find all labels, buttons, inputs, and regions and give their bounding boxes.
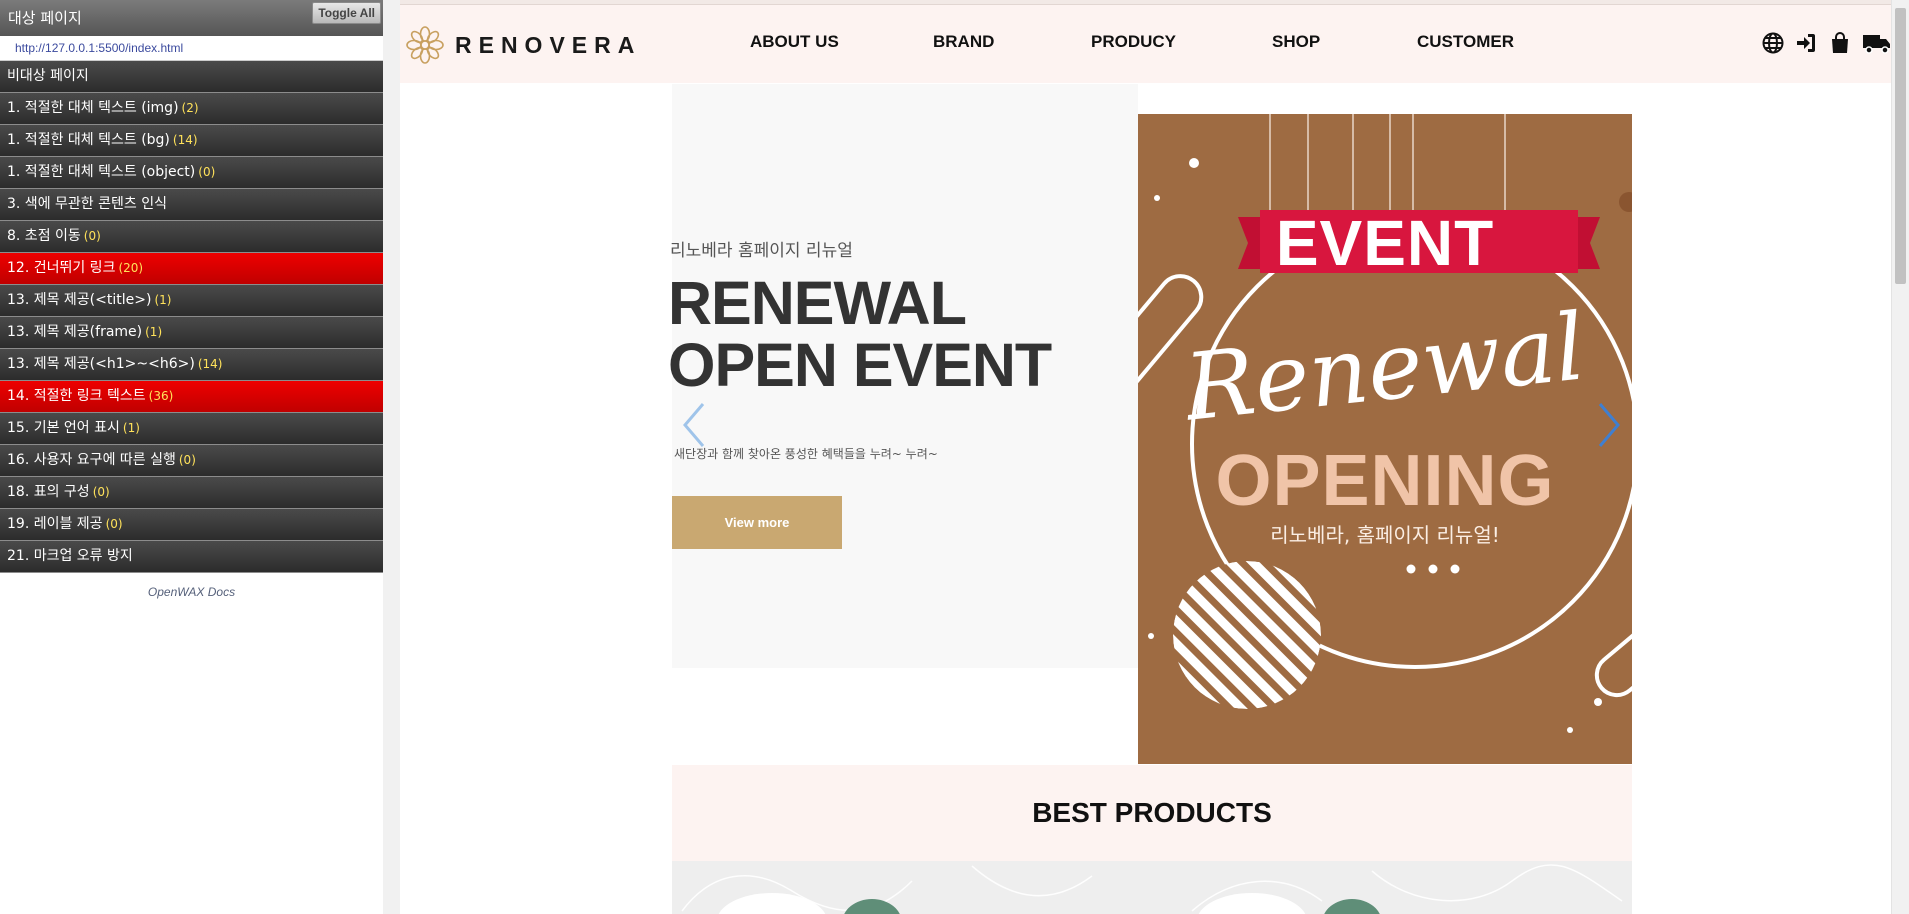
check-item-label: 13. 제목 제공(<h1>~<h6>) bbox=[7, 356, 195, 372]
check-item[interactable]: 1. 적절한 대체 텍스트 (img) (2) bbox=[0, 93, 383, 125]
hero-title-line2: OPEN EVENT bbox=[668, 331, 1052, 399]
check-item[interactable]: 14. 적절한 링크 텍스트 (36) bbox=[0, 381, 383, 413]
check-item-label: 16. 사용자 요구에 따른 실행 bbox=[7, 452, 176, 468]
slider-next-icon[interactable] bbox=[1596, 402, 1622, 452]
event-korean-caption: 리노베라, 홈페이지 리뉴얼! bbox=[1270, 523, 1500, 547]
check-item-count: (2) bbox=[181, 101, 199, 115]
check-item-label: 18. 표의 구성 bbox=[7, 484, 90, 500]
target-url-link[interactable]: http://127.0.0.1:5500/index.html bbox=[0, 36, 383, 61]
target-page-title: 대상 페이지 bbox=[8, 9, 82, 27]
check-item-label: 13. 제목 제공(<title>) bbox=[7, 292, 152, 308]
check-item-label: 1. 적절한 대체 텍스트 (bg) bbox=[7, 132, 170, 148]
page-scrollbar[interactable] bbox=[1891, 0, 1909, 914]
hero-description: 새단장과 함께 찾아온 풍성한 혜택들을 누려~ 누려~ bbox=[674, 447, 938, 461]
check-item-count: (0) bbox=[178, 453, 196, 467]
check-item[interactable]: 13. 제목 제공(frame) (1) bbox=[0, 317, 383, 349]
check-item-label: 8. 초점 이동 bbox=[7, 228, 81, 244]
event-banner[interactable]: EVENT Renewal OPENING 리노베라, 홈페이지 리뉴얼! bbox=[1138, 114, 1632, 764]
check-item-label: 13. 제목 제공(frame) bbox=[7, 324, 143, 340]
globe-icon[interactable] bbox=[1761, 31, 1785, 55]
check-item[interactable]: 19. 레이블 제공 (0) bbox=[0, 509, 383, 541]
slider-prev-icon[interactable] bbox=[681, 402, 707, 452]
target-page-header: 대상 페이지 Toggle All bbox=[0, 0, 383, 36]
openwax-panel: 대상 페이지 Toggle All http://127.0.0.1:5500/… bbox=[0, 0, 384, 914]
check-item-count: (0) bbox=[83, 229, 101, 243]
check-item-count: (1) bbox=[145, 325, 163, 339]
hero-subtitle: 리노베라 홈페이지 리뉴얼 bbox=[670, 241, 853, 261]
check-item-count: (20) bbox=[118, 261, 144, 275]
check-item-count: (1) bbox=[154, 293, 172, 307]
check-item-label: 12. 건너뛰기 링크 bbox=[7, 260, 116, 276]
check-item-count: (14) bbox=[172, 133, 198, 147]
hero-title: RENEWAL OPEN EVENT bbox=[668, 269, 1052, 399]
hero-title-line1: RENEWAL bbox=[668, 269, 967, 337]
check-item-label: 3. 색에 무관한 콘텐츠 인식 bbox=[7, 196, 167, 212]
check-item[interactable]: 18. 표의 구성 (0) bbox=[0, 477, 383, 509]
event-label: EVENT bbox=[1275, 207, 1495, 279]
toggle-all-button[interactable]: Toggle All bbox=[312, 2, 381, 24]
view-more-button[interactable]: View more bbox=[672, 496, 842, 549]
check-item-count: (1) bbox=[122, 421, 140, 435]
login-icon[interactable] bbox=[1794, 31, 1818, 55]
check-item[interactable]: 1. 적절한 대체 텍스트 (bg) (14) bbox=[0, 125, 383, 157]
check-item-label: 19. 레이블 제공 bbox=[7, 516, 103, 532]
logo-text: RENOVERA bbox=[455, 31, 642, 58]
check-item-count: (0) bbox=[198, 165, 216, 179]
site-header: RENOVERA ABOUT US BRAND PRODUCY SHOP CUS… bbox=[400, 5, 1909, 83]
check-item[interactable]: 3. 색에 무관한 콘텐츠 인식 bbox=[0, 189, 383, 221]
logo[interactable]: RENOVERA bbox=[405, 25, 641, 65]
check-item[interactable]: 8. 초점 이동 (0) bbox=[0, 221, 383, 253]
nav-about-us[interactable]: ABOUT US bbox=[750, 32, 839, 52]
panel-gutter bbox=[383, 0, 401, 914]
opening-label: OPENING bbox=[1215, 441, 1555, 521]
check-item[interactable]: 13. 제목 제공(<h1>~<h6>) (14) bbox=[0, 349, 383, 381]
check-item[interactable]: 15. 기본 언어 표시 (1) bbox=[0, 413, 383, 445]
check-item-label: 21. 마크업 오류 방지 bbox=[7, 548, 133, 564]
check-item-count: (0) bbox=[92, 485, 110, 499]
openwax-docs-link[interactable]: OpenWAX Docs bbox=[0, 585, 383, 599]
scrollbar-thumb[interactable] bbox=[1895, 8, 1906, 284]
check-item-count: (14) bbox=[197, 357, 223, 371]
nav-brand[interactable]: BRAND bbox=[933, 32, 994, 52]
check-item[interactable]: 16. 사용자 요구에 따른 실행 (0) bbox=[0, 445, 383, 477]
check-item[interactable]: 21. 마크업 오류 방지 bbox=[0, 541, 383, 573]
check-item-label: 1. 적절한 대체 텍스트 (img) bbox=[7, 100, 179, 116]
truck-icon[interactable] bbox=[1862, 31, 1892, 55]
nav-customer[interactable]: CUSTOMER bbox=[1417, 32, 1514, 52]
best-products-section: BEST PRODUCTS bbox=[672, 765, 1632, 861]
check-item[interactable]: 1. 적절한 대체 텍스트 (object) (0) bbox=[0, 157, 383, 189]
nav-producy[interactable]: PRODUCY bbox=[1091, 32, 1176, 52]
check-item-label: 15. 기본 언어 표시 bbox=[7, 420, 120, 436]
check-item[interactable]: 12. 건너뛰기 링크 (20) bbox=[0, 253, 383, 285]
shopping-bag-icon[interactable] bbox=[1828, 31, 1852, 55]
logo-mark-icon bbox=[406, 26, 444, 64]
check-item-list: 1. 적절한 대체 텍스트 (img) (2) 1. 적절한 대체 텍스트 (bg)… bbox=[0, 93, 383, 573]
website-viewport: RENOVERA ABOUT US BRAND PRODUCY SHOP CUS… bbox=[400, 0, 1909, 914]
check-item-label: 14. 적절한 링크 텍스트 bbox=[7, 388, 146, 404]
check-item-count: (36) bbox=[148, 389, 174, 403]
best-products-title: BEST PRODUCTS bbox=[1032, 797, 1272, 828]
check-item[interactable]: 13. 제목 제공(<title>) (1) bbox=[0, 285, 383, 317]
nav-shop[interactable]: SHOP bbox=[1272, 32, 1320, 52]
products-strip bbox=[672, 861, 1632, 914]
check-item-label: 1. 적절한 대체 텍스트 (object) bbox=[7, 164, 196, 180]
check-item-count: (0) bbox=[105, 517, 123, 531]
non-target-page-header[interactable]: 비대상 페이지 bbox=[0, 61, 383, 93]
